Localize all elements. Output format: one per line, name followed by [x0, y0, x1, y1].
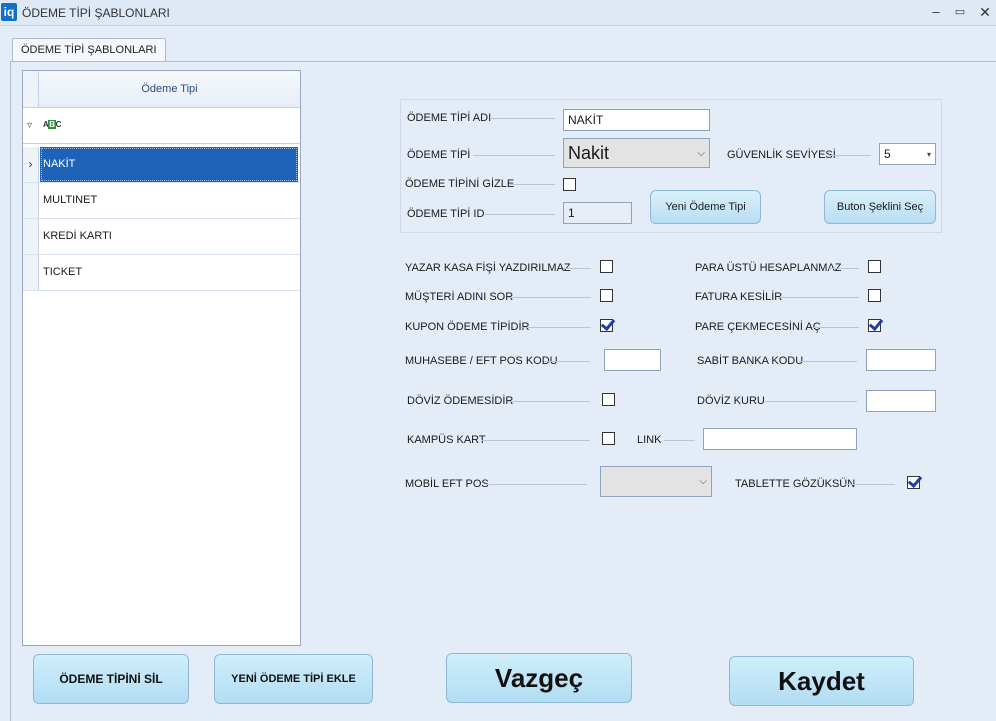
row-indicator	[23, 183, 39, 218]
label-leader	[487, 484, 587, 485]
payment-type-dropdown[interactable]: Nakit ⌵	[563, 138, 710, 168]
accounting-code-input[interactable]	[604, 349, 661, 371]
label-leader	[664, 440, 695, 441]
type-label: ÖDEME TİPİ	[407, 149, 471, 161]
cell-payment-type[interactable]: TICKET	[40, 255, 298, 290]
label-leader	[481, 440, 590, 441]
tab-strip: ÖDEME TİPİ ŞABLONLARI	[0, 26, 996, 62]
label-leader	[799, 361, 857, 362]
chevron-down-icon: ⌵	[697, 147, 705, 159]
filter-icon[interactable]: ▿	[27, 120, 32, 131]
bank-code-label: SABİT BANKA KODU	[697, 355, 804, 367]
cash-receipt-label: YAZAR KASA FİŞİ YAZDIRILMAZ	[405, 262, 571, 274]
campus-card-label: KAMPÜS KART	[407, 434, 486, 446]
add-payment-type-button[interactable]: YENİ ÖDEME TİPİ EKLE	[214, 654, 373, 704]
payment-type-name-input[interactable]: NAKİT	[563, 109, 710, 131]
currency-label: DÖVİZ ÖDEMESİDİR	[407, 395, 514, 407]
cell-payment-type[interactable]: KREDİ KARTI	[40, 219, 298, 254]
label-leader	[544, 361, 590, 362]
text-filter-icon: ABC	[43, 120, 61, 129]
minimize-button[interactable]: –	[926, 3, 946, 21]
tablet-visible-label: TABLETTE GÖZÜKSÜN	[735, 478, 856, 490]
invoice-label: FATURA KESİLİR	[695, 291, 783, 303]
tablet-visible-checkbox[interactable]	[907, 476, 920, 489]
mobile-eft-pos-label: MOBİL EFT POS	[405, 478, 489, 490]
new-payment-type-button[interactable]: Yeni Ödeme Tipi	[650, 190, 761, 224]
chevron-down-icon: ⌵	[699, 476, 707, 487]
label-leader	[491, 118, 555, 119]
label-leader	[829, 268, 859, 269]
table-row[interactable]: TICKET	[23, 255, 300, 291]
choose-button-shape-button[interactable]: Buton Şeklini Seç	[824, 190, 936, 224]
mobile-eft-pos-dropdown[interactable]: ⌵	[600, 466, 712, 497]
coupon-checkbox[interactable]	[600, 319, 613, 332]
tab-payment-templates[interactable]: ÖDEME TİPİ ŞABLONLARI	[12, 38, 166, 62]
hide-label: ÖDEME TİPİNİ GİZLE	[405, 178, 515, 190]
label-leader	[812, 327, 859, 328]
hide-payment-type-checkbox[interactable]	[563, 178, 576, 191]
payment-type-value: Nakit	[568, 143, 610, 163]
payment-type-grid: Ödeme Tipi ▿ ABC › NAKİT MULTINET KREDİ …	[22, 70, 301, 646]
change-label: PARA ÜSTÜ HESAPLANMAZ	[695, 262, 842, 274]
caret-down-icon: ▾	[926, 149, 931, 159]
label-leader	[508, 401, 590, 402]
open-drawer-checkbox[interactable]	[868, 319, 881, 332]
drawer-label: PARE ÇEKMECESİNİ AÇ	[695, 321, 821, 333]
link-input[interactable]	[703, 428, 857, 450]
filter-row[interactable]: ▿ ABC	[23, 108, 300, 144]
label-leader	[473, 155, 555, 156]
invoice-checkbox[interactable]	[868, 289, 881, 302]
maximize-button[interactable]: ▭	[950, 3, 970, 21]
coupon-label: KUPON ÖDEME TİPİDİR	[405, 321, 530, 333]
cancel-button[interactable]: Vazgeç	[446, 653, 632, 703]
label-leader	[779, 297, 859, 298]
label-leader	[563, 268, 591, 269]
label-leader	[521, 327, 591, 328]
close-button[interactable]: ✕	[975, 3, 995, 21]
window-title: ÖDEME TİPİ ŞABLONLARI	[22, 6, 170, 20]
label-leader	[508, 297, 591, 298]
accounting-code-label: MUHASEBE / EFT POS KODU	[405, 355, 558, 367]
security-label: GÜVENLİK SEVİYESİ	[727, 149, 836, 161]
grid-corner	[23, 71, 39, 108]
delete-payment-type-button[interactable]: ÖDEME TİPİNİ SİL	[33, 654, 189, 704]
exchange-rate-label: DÖVİZ KURU	[697, 395, 765, 407]
exchange-rate-input[interactable]	[866, 390, 936, 412]
change-checkbox[interactable]	[868, 260, 881, 273]
id-label: ÖDEME TİPİ ID	[407, 208, 485, 220]
label-leader	[509, 184, 555, 185]
ask-customer-name-checkbox[interactable]	[600, 289, 613, 302]
column-header-payment-type[interactable]: Ödeme Tipi	[39, 71, 300, 108]
row-indicator	[23, 255, 39, 290]
link-label: LINK	[637, 434, 662, 446]
title-bar: iq ÖDEME TİPİ ŞABLONLARI – ▭ ✕	[0, 0, 996, 26]
campus-card-checkbox[interactable]	[602, 432, 615, 445]
row-indicator-icon: ›	[23, 147, 39, 182]
row-indicator	[23, 219, 39, 254]
cell-payment-type[interactable]: NAKİT	[40, 147, 298, 182]
currency-payment-checkbox[interactable]	[602, 393, 615, 406]
table-row[interactable]: MULTINET	[23, 183, 300, 219]
table-row[interactable]: › NAKİT	[23, 147, 300, 183]
cell-payment-type[interactable]: MULTINET	[40, 183, 298, 218]
save-button[interactable]: Kaydet	[729, 656, 914, 706]
label-leader	[845, 484, 895, 485]
security-level-dropdown[interactable]: 5 ▾	[879, 143, 936, 165]
cash-receipt-checkbox[interactable]	[600, 260, 613, 273]
table-row[interactable]: KREDİ KARTI	[23, 219, 300, 255]
payment-type-id-input[interactable]: 1	[563, 202, 632, 224]
bank-code-input[interactable]	[866, 349, 936, 371]
label-leader	[485, 214, 555, 215]
app-logo-icon: iq	[1, 3, 17, 21]
label-leader	[765, 401, 857, 402]
name-label: ÖDEME TİPİ ADI	[407, 112, 492, 124]
ask-customer-label: MÜŞTERİ ADINI SOR	[405, 291, 514, 303]
security-level-value: 5	[884, 147, 891, 161]
label-leader	[829, 155, 871, 156]
